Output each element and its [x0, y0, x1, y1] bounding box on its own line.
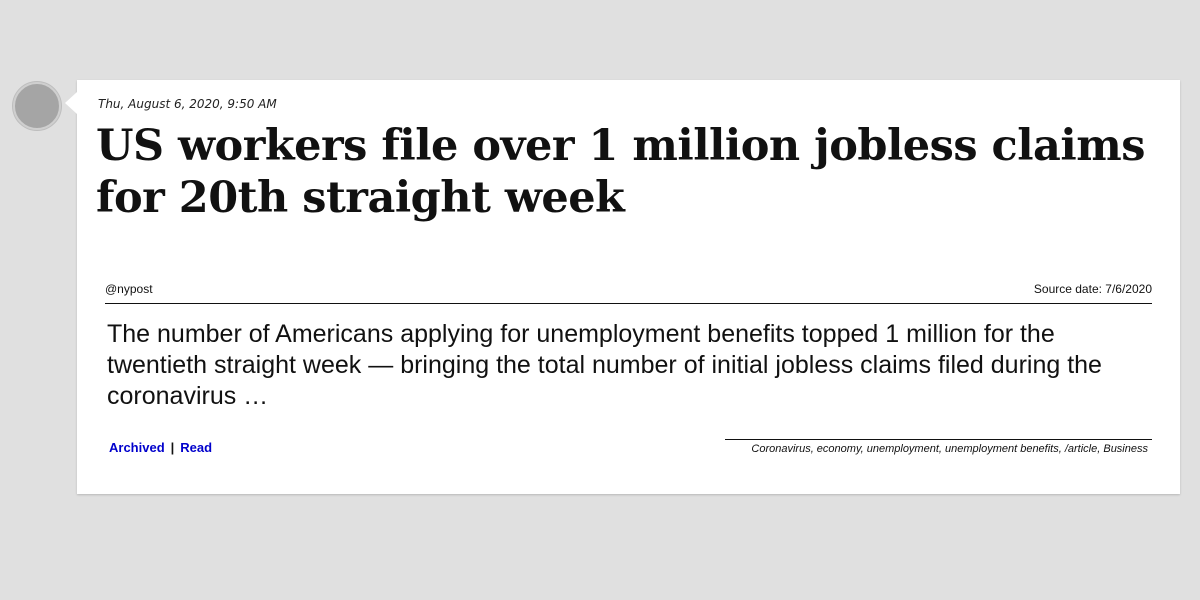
news-card: Thu, August 6, 2020, 9:50 AM US workers … [65, 80, 1180, 494]
source-handle: @nypost [105, 282, 153, 296]
page-canvas: Thu, August 6, 2020, 9:50 AM US workers … [0, 0, 1200, 600]
post-timestamp: Thu, August 6, 2020, 9:50 AM [98, 97, 277, 111]
link-bar: Archived | Read [109, 440, 212, 455]
tag-list: Coronavirus, economy, unemployment, unem… [725, 439, 1152, 455]
archived-link[interactable]: Archived [109, 440, 165, 455]
read-link[interactable]: Read [180, 440, 212, 455]
avatar[interactable] [13, 82, 61, 130]
article-summary: The number of Americans applying for une… [107, 320, 1102, 410]
source-date: Source date: 7/6/2020 [1033, 282, 1152, 296]
headline: US workers file over 1 million jobless c… [96, 121, 1145, 223]
link-separator: | [170, 440, 175, 455]
card-pointer [65, 92, 77, 114]
meta-row: @nypost Source date: 7/6/2020 [105, 281, 1152, 304]
